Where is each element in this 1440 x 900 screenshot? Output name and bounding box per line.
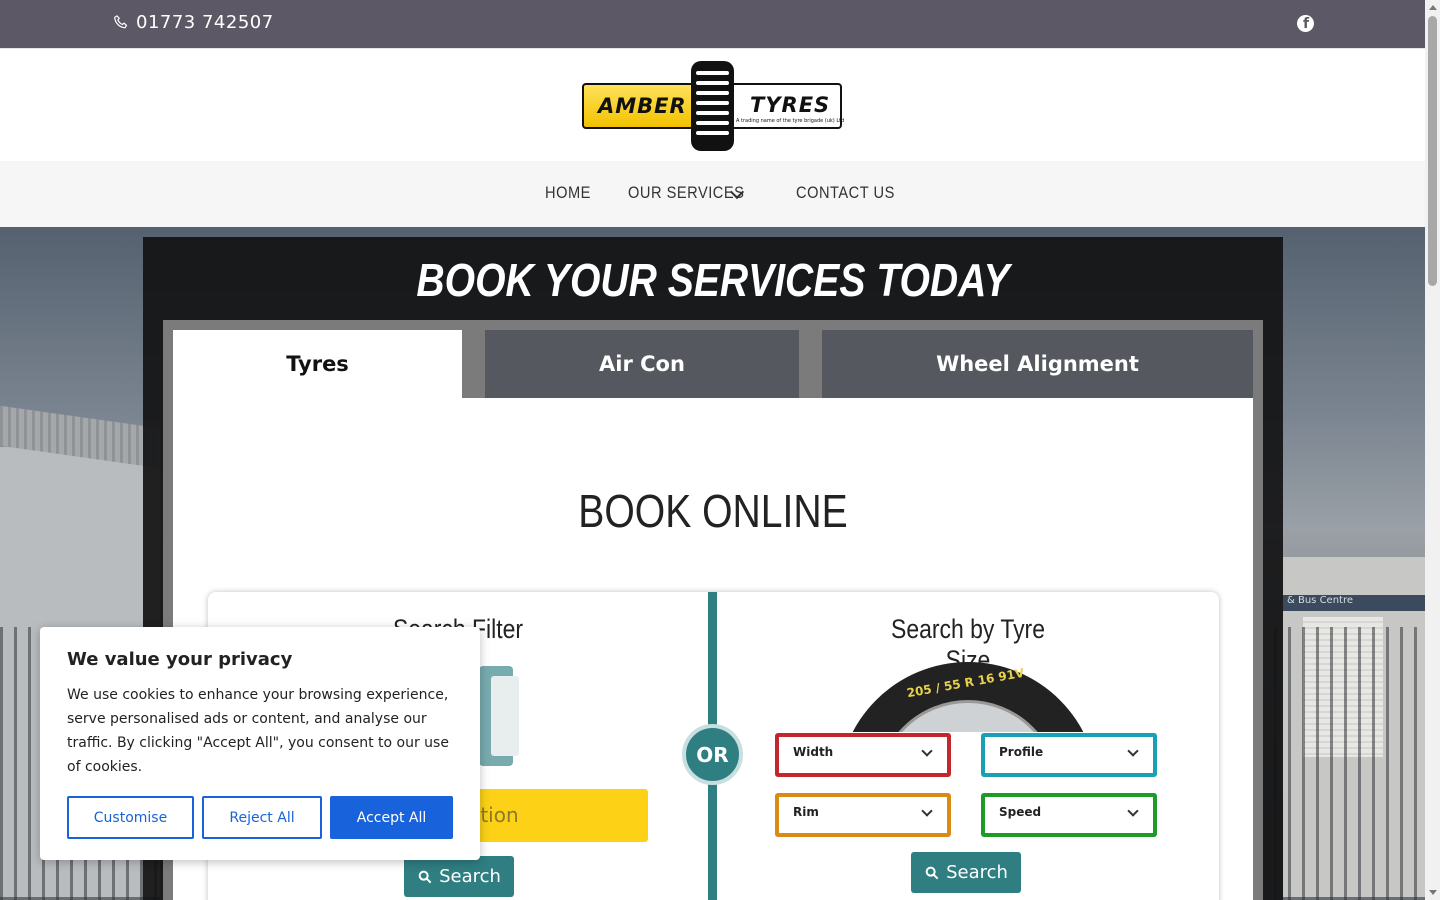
chevron-down-icon xyxy=(1127,805,1139,817)
facebook-icon[interactable]: f xyxy=(1297,15,1314,32)
logo-tyres: TYRES A trading name of the tyre brigade… xyxy=(730,83,844,129)
tab-wheel-alignment[interactable]: Wheel Alignment xyxy=(822,330,1253,398)
accept-all-button[interactable]: Accept All xyxy=(330,796,453,839)
building-sign: & Bus Centre xyxy=(1283,595,1425,611)
nav-home[interactable]: HOME xyxy=(545,183,591,203)
phone-number: 01773 742507 xyxy=(136,12,274,33)
search-icon xyxy=(925,866,939,879)
tab-air-con[interactable]: Air Con xyxy=(485,330,799,398)
or-badge: OR xyxy=(682,724,743,785)
tyre-size-image: 205 / 55 R 16 91V xyxy=(838,662,1098,732)
scrollbar-thumb[interactable] xyxy=(1428,16,1437,286)
profile-select[interactable]: Profile xyxy=(981,733,1157,777)
search-by-size-button[interactable]: Search xyxy=(911,852,1021,893)
scroll-down-icon[interactable] xyxy=(1429,890,1437,895)
main-nav: HOME OUR SERVICES CONTACT US xyxy=(0,161,1425,227)
nav-contact-us[interactable]: CONTACT US xyxy=(796,183,895,203)
width-select[interactable]: Width xyxy=(775,733,951,777)
search-by-reg-button[interactable]: Search xyxy=(404,856,514,897)
cookie-title: We value your privacy xyxy=(67,649,293,670)
cookie-banner: We value your privacy We use cookies to … xyxy=(40,627,480,860)
phone-icon xyxy=(114,14,128,28)
reject-all-button[interactable]: Reject All xyxy=(202,796,322,839)
top-bar: 01773 742507 f xyxy=(0,0,1425,48)
site-header: AMBER TYRES A trading name of the tyre b… xyxy=(0,48,1425,161)
scrollbar[interactable] xyxy=(1425,0,1440,900)
phone-link[interactable]: 01773 742507 xyxy=(112,12,274,33)
chevron-down-icon xyxy=(921,745,933,757)
cookie-text: We use cookies to enhance your browsing … xyxy=(67,687,449,775)
chevron-down-icon xyxy=(921,805,933,817)
chevron-down-icon xyxy=(1127,745,1139,757)
rim-select[interactable]: Rim xyxy=(775,793,951,837)
logo-amber: AMBER xyxy=(582,83,694,129)
booking-title: BOOK YOUR SERVICES TODAY xyxy=(416,254,1010,306)
search-icon xyxy=(418,870,432,883)
number-plate-icon xyxy=(479,666,519,766)
logo[interactable]: AMBER TYRES A trading name of the tyre b… xyxy=(580,61,846,151)
customise-button[interactable]: Customise xyxy=(67,796,194,839)
nav-our-services[interactable]: OUR SERVICES xyxy=(628,183,744,203)
tyre-icon xyxy=(691,61,734,151)
tab-tyres[interactable]: Tyres xyxy=(173,330,462,398)
book-online-heading: BOOK ONLINE xyxy=(578,485,848,537)
speed-select[interactable]: Speed xyxy=(981,793,1157,837)
scroll-up-icon[interactable] xyxy=(1429,5,1437,10)
